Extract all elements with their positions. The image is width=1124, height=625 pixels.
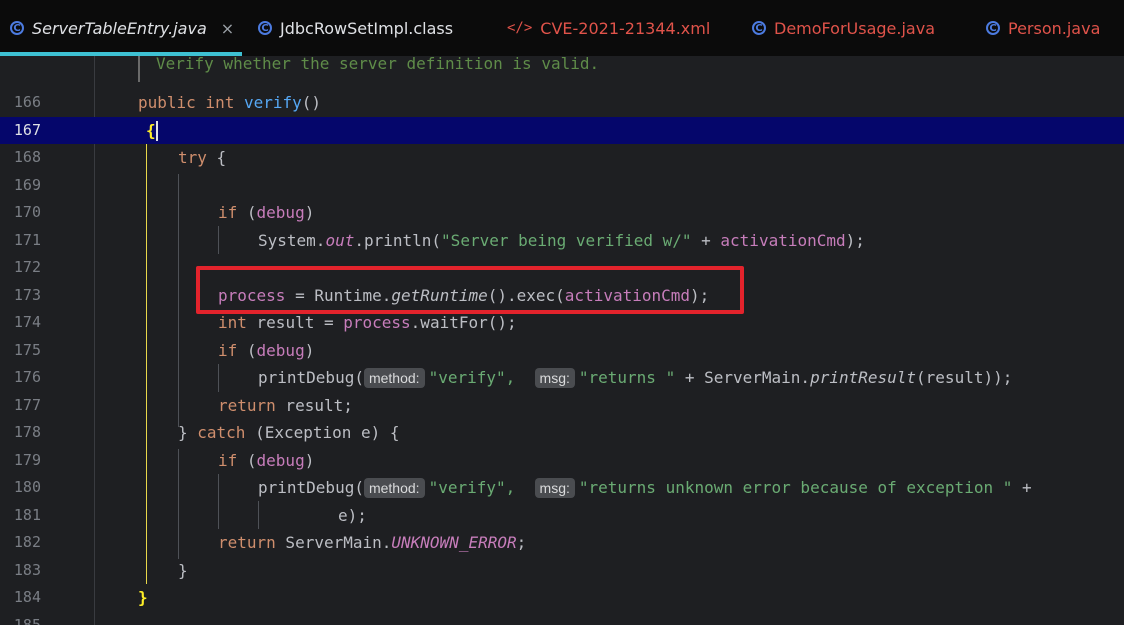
code-editor[interactable]: Verify whether the server definition is … [0,56,1124,625]
code-text: if (debug) [218,450,315,470]
code-line-178: 178 } catch (Exception e) { [0,419,1124,447]
code-line-183: 183 } [0,557,1124,585]
code-line-181: 181 e); [0,502,1124,530]
code-text: printDebug(method: "verify", msg: "returns… [258,368,1013,388]
code-line-170: 170 if (debug) [0,199,1124,227]
parameter-hint: method: [363,368,425,388]
tab-servertableentry[interactable]: C ServerTableEntry.java × [10,0,234,56]
line-number: 178 [13,423,41,441]
code-text: } [178,560,188,580]
close-icon[interactable]: × [221,19,234,38]
code-text: e); [338,505,367,525]
code-text: if (debug) [218,203,315,222]
line-number: 168 [13,148,41,166]
code-line-179: 179 if (debug) [0,447,1124,475]
java-class-icon: C [986,21,1000,35]
code-text: public int verify() [138,93,322,112]
code-line-180: 180 printDebug(method: "verify", msg: "ret… [0,474,1124,502]
tab-label: JdbcRowSetImpl.class [280,18,454,38]
code-line-182: 182 return ServerMain.UNKNOWN_ERROR; [0,529,1124,557]
parameter-hint: method: [363,478,425,498]
code-line-169: 169 [0,172,1124,200]
line-number: 180 [13,478,41,496]
tab-jdbcrowsetimpl[interactable]: C JdbcRowSetImpl.class [258,0,453,56]
line-number: 174 [13,313,41,331]
parameter-hint: msg: [534,478,575,498]
xml-icon: </> [507,20,533,36]
tab-label: ServerTableEntry.java [32,18,207,38]
line-number: 183 [13,560,41,579]
code-text: return result; [218,395,353,415]
code-text: { [146,120,158,141]
code-line-177: 177 return result; [0,392,1124,420]
code-line-167: 167 { [0,116,1124,144]
doc-comment: Verify whether the server definition is … [156,56,600,73]
code-text: printDebug(method: "verify", msg: "returns… [258,478,1032,498]
line-number: 184 [13,588,41,606]
line-number: 170 [13,203,41,221]
code-line-184: 184 } [0,584,1124,612]
tab-person[interactable]: C Person.java [986,0,1100,56]
java-class-icon: C [258,21,272,35]
tab-label: CVE-2021-21344.xml [540,18,711,38]
java-class-icon: C [10,21,24,35]
line-number: 176 [13,368,41,386]
tab-cve-xml[interactable]: </> CVE-2021-21344.xml [507,0,710,56]
code-line-185: 185 [0,612,1124,625]
code-text: } [138,588,148,607]
line-number: 167 [13,120,41,139]
code-text: if (debug) [218,340,315,360]
line-number: 171 [13,230,41,249]
code-line-176: 176 printDebug(method: "verify", msg: "ret… [0,364,1124,392]
code-text: try { [178,148,227,167]
code-text: return ServerMain.UNKNOWN_ERROR; [218,533,527,552]
line-number: 182 [13,533,41,551]
line-number: 172 [13,258,41,276]
code-line-171: 171 System.out.println("Server being ver… [0,227,1124,255]
code-line-175: 175 if (debug) [0,337,1124,365]
editor-tab-bar: C ServerTableEntry.java × C JdbcRowSetIm… [0,0,1124,56]
tab-label: Person.java [1008,18,1101,38]
doc-comment-bar [138,56,140,82]
code-line-166: 166 public int verify() [0,89,1124,117]
text-caret [155,121,158,141]
tab-demoforusage[interactable]: C DemoForUsage.java [752,0,935,56]
line-number: 173 [13,285,41,304]
code-line-168: 168 try { [0,144,1124,172]
code-text: System.out.println("Server being verifie… [258,230,865,250]
annotation-highlight-box [196,266,744,314]
line-number: 181 [13,505,41,524]
line-number: 179 [13,450,41,469]
line-number: 166 [13,93,41,111]
java-class-icon: C [752,21,766,35]
code-text: } catch (Exception e) { [178,423,400,442]
line-number: 177 [13,395,41,414]
line-number: 185 [13,615,41,625]
line-number: 169 [13,175,41,194]
tab-label: DemoForUsage.java [774,18,935,38]
line-number: 175 [13,340,41,359]
parameter-hint: msg: [534,368,575,388]
